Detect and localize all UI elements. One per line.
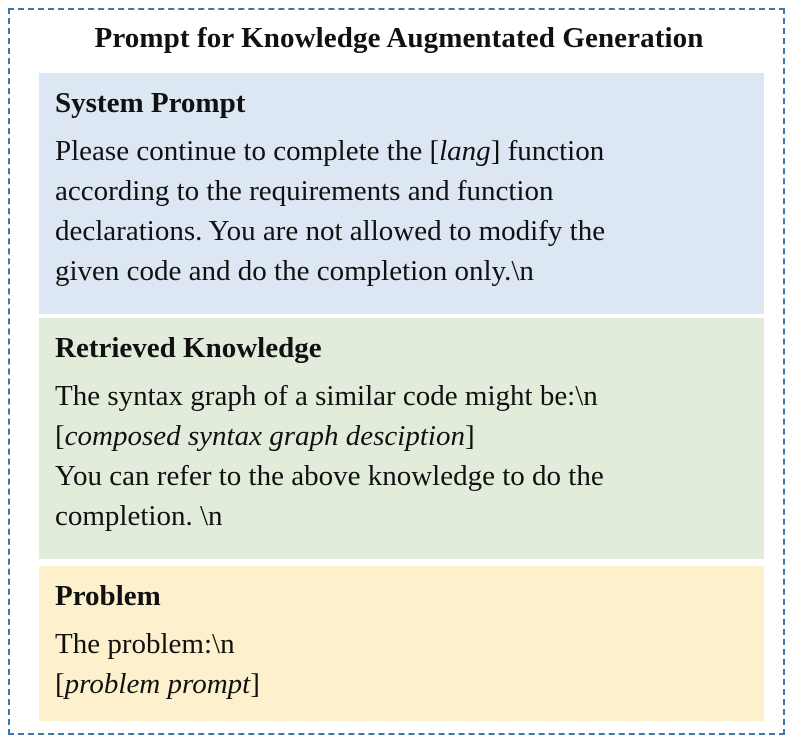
retrieved-knowledge-body: The syntax graph of a similar code might… [55,376,748,536]
knowledge-line: The syntax graph of a similar code might… [55,380,598,412]
text-fragment: ] [464,420,475,452]
problem-body: The problem:\n [problem prompt] [55,624,748,704]
retrieved-knowledge-title: Retrieved Knowledge [55,332,322,364]
system-prompt-title: System Prompt [55,87,246,119]
knowledge-line: You can refer to the above knowledge to … [55,460,604,492]
system-prompt-line: given code and do the completion only.\n [55,255,534,287]
knowledge-line: completion. \n [55,500,223,532]
syntax-graph-placeholder: composed syntax graph desciption [64,420,465,452]
text-fragment: ] [250,668,260,700]
problem-prompt-placeholder: problem prompt [64,668,251,700]
text-fragment: [ [55,420,65,452]
problem-section: Problem The problem:\n [problem prompt] [39,566,764,721]
system-prompt-line: declarations. You are not allowed to mod… [55,215,606,247]
text-fragment: Please continue to complete the [ [55,135,440,167]
system-prompt-line: Please continue to complete the [lang] f… [55,131,748,171]
knowledge-line: [composed syntax graph desciption] [55,416,748,456]
system-prompt-line: according to the requirements and functi… [55,175,554,207]
problem-title: Problem [55,580,161,612]
system-prompt-body: Please continue to complete the [lang] f… [55,131,748,291]
text-fragment: [ [55,668,65,700]
text-fragment: ] function [490,135,605,167]
lang-placeholder: lang [439,135,491,167]
problem-line: [problem prompt] [55,664,748,704]
problem-line: The problem:\n [55,628,235,660]
page-title: Prompt for Knowledge Augmentated Generat… [94,22,704,54]
retrieved-knowledge-section: Retrieved Knowledge The syntax graph of … [39,318,764,559]
system-prompt-section: System Prompt Please continue to complet… [39,73,764,314]
